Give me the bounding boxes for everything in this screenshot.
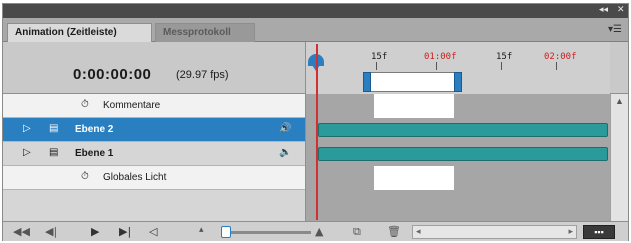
next-frame-icon[interactable]: ▶|: [119, 225, 131, 238]
zoom-slider-thumb[interactable]: [221, 226, 231, 238]
ruler-tick: [436, 62, 437, 70]
animation-panel: ◂◂ ✕ Animation (Zeitleiste) Messprotokol…: [2, 3, 629, 241]
layer-row-left: ▷ ▤ Ebene 1 🔈: [3, 142, 305, 166]
layer-track[interactable]: [305, 142, 610, 166]
layer-row-ebene-1[interactable]: ▷ ▤ Ebene 1 🔈: [3, 142, 610, 166]
empty-track-area: [305, 190, 610, 221]
panel-menu-icon[interactable]: ▾☰: [608, 24, 622, 35]
layer-label: Kommentare: [103, 100, 161, 111]
empty-area: [3, 190, 610, 221]
layer-label: Ebene 1: [75, 148, 114, 159]
ruler-tick: [376, 62, 377, 70]
work-area-end-handle[interactable]: [454, 72, 462, 92]
expand-triangle-icon[interactable]: ▷: [23, 147, 31, 158]
previous-frame-icon[interactable]: ◀|: [45, 225, 57, 238]
layer-duration-bar[interactable]: [318, 147, 608, 161]
ruler-tick: [501, 62, 502, 70]
zoom-slider-track[interactable]: [221, 231, 311, 234]
ruler-tick-label: 15f: [496, 52, 513, 62]
playhead-line: [316, 44, 318, 220]
work-area-bar[interactable]: [363, 72, 462, 92]
tab-measurement-log[interactable]: Messprotokoll: [155, 23, 255, 42]
ruler-tick: [556, 62, 557, 70]
layer-row-left: ▷ ▤ Ebene 2 🔊: [3, 118, 305, 142]
collapse-icon[interactable]: ◂◂: [599, 5, 608, 15]
scroll-left-icon[interactable]: ◂: [416, 226, 421, 237]
layer-label: Ebene 2: [75, 124, 114, 135]
ruler-tick-label: 15f: [371, 52, 388, 62]
timeline-footer: ◀◀ ◀| ▶ ▶| ◁ ▴ ▲ ⧉ 🗑 ◂ ▸ ▪▪▪: [3, 221, 628, 241]
work-area-range: [374, 166, 454, 190]
ruler-tick-label: 02:00f: [544, 52, 577, 62]
play-icon[interactable]: ▶: [91, 225, 99, 238]
layer-label: Globales Licht: [103, 172, 167, 183]
layer-track[interactable]: [305, 94, 610, 118]
layer-row-ebene-2[interactable]: ▷ ▤ Ebene 2 🔊: [3, 118, 610, 142]
layer-row-left: ⏱ Kommentare: [3, 94, 305, 118]
scroll-up-icon[interactable]: ▲: [615, 96, 624, 106]
speaker-icon[interactable]: 🔈: [279, 147, 291, 158]
title-bar: ◂◂ ✕: [3, 4, 628, 18]
film-layer-icon: ▤: [49, 147, 59, 158]
frame-rate: (29.97 fps): [176, 69, 229, 81]
frames-toggle-button[interactable]: ▪▪▪: [583, 225, 615, 239]
speaker-icon[interactable]: 🔊: [279, 123, 291, 134]
tab-animation[interactable]: Animation (Zeitleiste): [7, 23, 152, 42]
audio-icon[interactable]: ◁: [149, 225, 157, 238]
vertical-scrollbar[interactable]: ▲: [610, 94, 628, 221]
layer-duration-bar[interactable]: [318, 123, 608, 137]
close-icon[interactable]: ✕: [617, 5, 625, 15]
horizontal-scrollbar[interactable]: ◂ ▸: [412, 225, 577, 239]
convert-icon[interactable]: ⧉: [353, 225, 361, 239]
layer-track[interactable]: [305, 118, 610, 142]
layer-row-global-light[interactable]: ⏱ Globales Licht: [3, 166, 610, 190]
expand-triangle-icon[interactable]: ▷: [23, 123, 31, 134]
current-timecode: 0:00:00:00: [73, 66, 152, 83]
ruler-tick-label: 01:00f: [424, 52, 457, 62]
tab-bar: Animation (Zeitleiste) Messprotokoll ▾☰: [3, 18, 628, 42]
first-frame-icon[interactable]: ◀◀: [13, 225, 30, 238]
stopwatch-icon[interactable]: ⏱: [81, 171, 89, 182]
layer-track[interactable]: [305, 166, 610, 190]
mountain-large-icon[interactable]: ▲: [315, 225, 323, 238]
stopwatch-icon[interactable]: ⏱: [81, 99, 89, 110]
layer-row-comments[interactable]: ⏱ Kommentare: [3, 94, 610, 118]
time-ruler[interactable]: 15f 01:00f 15f 02:00f: [305, 42, 610, 94]
layer-row-left: ⏱ Globales Licht: [3, 166, 305, 190]
film-layer-icon: ▤: [49, 123, 59, 134]
trash-icon[interactable]: 🗑: [387, 225, 401, 238]
scroll-right-icon[interactable]: ▸: [568, 226, 573, 237]
mountain-small-icon[interactable]: ▴: [199, 225, 204, 235]
work-area-range: [374, 94, 454, 118]
work-area-start-handle[interactable]: [363, 72, 371, 92]
